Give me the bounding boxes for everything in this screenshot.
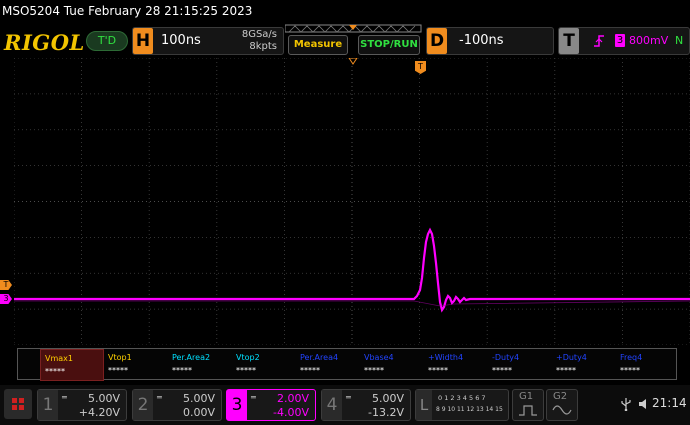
- measurement-value: *****: [428, 366, 448, 375]
- menu-button[interactable]: [4, 389, 32, 419]
- time-center-marker: [348, 58, 358, 65]
- dc-coupling-icon: ═: [157, 393, 162, 402]
- measurement-value: *****: [556, 366, 576, 375]
- dc-coupling-icon: ═: [62, 393, 67, 402]
- waveform-display[interactable]: [14, 58, 690, 345]
- delay-panel[interactable]: D -100ns: [426, 27, 554, 55]
- channel-scale: 5.00V: [182, 392, 215, 405]
- measurement-name: -Duty4: [492, 353, 520, 362]
- dc-coupling-icon: ═: [346, 393, 351, 402]
- measurement-value: *****: [492, 366, 512, 375]
- trigger-letter: T: [559, 28, 579, 54]
- rising-edge-icon: [594, 35, 604, 47]
- channel-offset: -4.00V: [273, 406, 309, 419]
- rigol-logo: RIGOL: [4, 30, 85, 55]
- measurement-item[interactable]: Vtop1 *****: [104, 349, 166, 379]
- measurement-value: *****: [236, 366, 256, 375]
- logic-letter: L: [416, 390, 432, 420]
- measurement-value: *****: [364, 366, 384, 375]
- timebase-value: 100ns: [161, 33, 201, 48]
- usb-icon: [621, 398, 631, 411]
- channel3-button[interactable]: 3 ═ 2.00V -4.00V: [226, 389, 316, 421]
- square-wave-icon: [519, 405, 537, 416]
- trigger-coupling: N: [675, 34, 684, 47]
- logic-channels-high: 8 9 10 11 12 13 14 15: [436, 406, 503, 413]
- measurement-value: *****: [300, 366, 320, 375]
- measurement-item[interactable]: +Duty4 *****: [552, 349, 614, 379]
- measurement-item[interactable]: -Duty4 *****: [488, 349, 550, 379]
- measurement-item[interactable]: Vtop2 *****: [232, 349, 294, 379]
- horizontal-panel[interactable]: H 100ns 8GSa/s 8kpts: [132, 27, 284, 55]
- measurement-name: Vtop1: [108, 353, 132, 362]
- sine-wave-icon: [552, 405, 572, 415]
- measurement-item[interactable]: Vmax1 *****: [40, 349, 104, 381]
- measurement-item[interactable]: Vbase4 *****: [360, 349, 422, 379]
- measurement-item[interactable]: +Width4 *****: [424, 349, 486, 379]
- top-toolbar: RIGOL T'D H 100ns 8GSa/s 8kpts Measure S…: [0, 22, 690, 58]
- dc-coupling-icon: ═: [251, 393, 256, 402]
- channel4-button[interactable]: 4 ═ 5.00V -13.2V: [321, 389, 411, 421]
- measurement-name: Per.Area4: [300, 353, 339, 362]
- measurement-value: *****: [620, 366, 640, 375]
- channel-offset: 0.00V: [182, 406, 215, 419]
- measurement-name: +Duty4: [556, 353, 587, 362]
- channel-offset: +4.20V: [78, 406, 120, 419]
- measurement-name: Vtop2: [236, 353, 260, 362]
- measurement-name: Freq4: [620, 353, 643, 362]
- measurement-item[interactable]: Per.Area2 *****: [168, 349, 230, 379]
- channel-number: 1: [38, 390, 58, 420]
- measurement-name: Vmax1: [45, 354, 73, 363]
- delay-letter: D: [427, 28, 447, 54]
- bottom-bar: 1 ═ 5.00V +4.20V 2 ═ 5.00V 0.00V 3 ═ 2.00V -4.00V 4 ═…: [0, 385, 690, 425]
- trace-persistence: [14, 300, 690, 307]
- clock-time: 21:14: [652, 396, 687, 410]
- channel-number: 2: [133, 390, 153, 420]
- measurement-name: +Width4: [428, 353, 464, 362]
- channel-scale: 5.00V: [371, 392, 404, 405]
- measurement-value: *****: [172, 366, 192, 375]
- horizontal-letter: H: [133, 28, 153, 54]
- channel3-offset-marker[interactable]: 3: [0, 294, 12, 304]
- measurement-value: *****: [108, 366, 128, 375]
- memory-depth: 8kpts: [249, 41, 277, 52]
- channel2-button[interactable]: 2 ═ 5.00V 0.00V: [132, 389, 222, 421]
- measurement-name: Vbase4: [364, 353, 394, 362]
- measurement-name: Per.Area2: [172, 353, 211, 362]
- stop-run-button[interactable]: STOP/RUN: [358, 35, 420, 55]
- channel-scale: 5.00V: [87, 392, 120, 405]
- channel-scale: 2.00V: [276, 392, 309, 405]
- channel-number: 3: [227, 390, 247, 420]
- trigger-level-marker[interactable]: T: [0, 280, 12, 290]
- measurement-value: *****: [45, 367, 65, 376]
- measure-button[interactable]: Measure: [288, 35, 348, 55]
- generator2-label: G2: [553, 391, 568, 402]
- measurement-item[interactable]: Freq4 *****: [616, 349, 678, 379]
- channel1-button[interactable]: 1 ═ 5.00V +4.20V: [37, 389, 127, 421]
- delay-value: -100ns: [459, 33, 504, 48]
- trigger-source-badge: 3: [615, 34, 625, 47]
- trigger-status-badge: T'D: [86, 31, 128, 51]
- sample-rate: 8GSa/s: [241, 29, 277, 40]
- trigger-level: 800mV: [629, 34, 669, 47]
- logic-channels-low: 0 1 2 3 4 5 6 7: [438, 394, 486, 402]
- generator1-label: G1: [519, 391, 534, 402]
- measurement-bar: Vmax1 ***** Vtop1 ***** Per.Area2 ***** Vtop2 *…: [17, 348, 678, 381]
- channel-offset: -13.2V: [368, 406, 404, 419]
- grid-menu-icon: [12, 398, 24, 410]
- generator1-button[interactable]: G1: [512, 389, 544, 421]
- trigger-panel[interactable]: T 3 800mV N: [558, 27, 690, 55]
- channel-number: 4: [322, 390, 342, 420]
- window-title: MSO5204 Tue February 28 21:15:25 2023: [0, 0, 690, 22]
- waveform-position-bar[interactable]: [285, 24, 423, 34]
- speaker-icon: [639, 399, 646, 409]
- logic-panel[interactable]: L 0 1 2 3 4 5 6 7 8 9 10 11 12 13 14 15: [415, 389, 509, 421]
- measurement-item[interactable]: Per.Area4 *****: [296, 349, 358, 379]
- generator2-button[interactable]: G2: [546, 389, 578, 421]
